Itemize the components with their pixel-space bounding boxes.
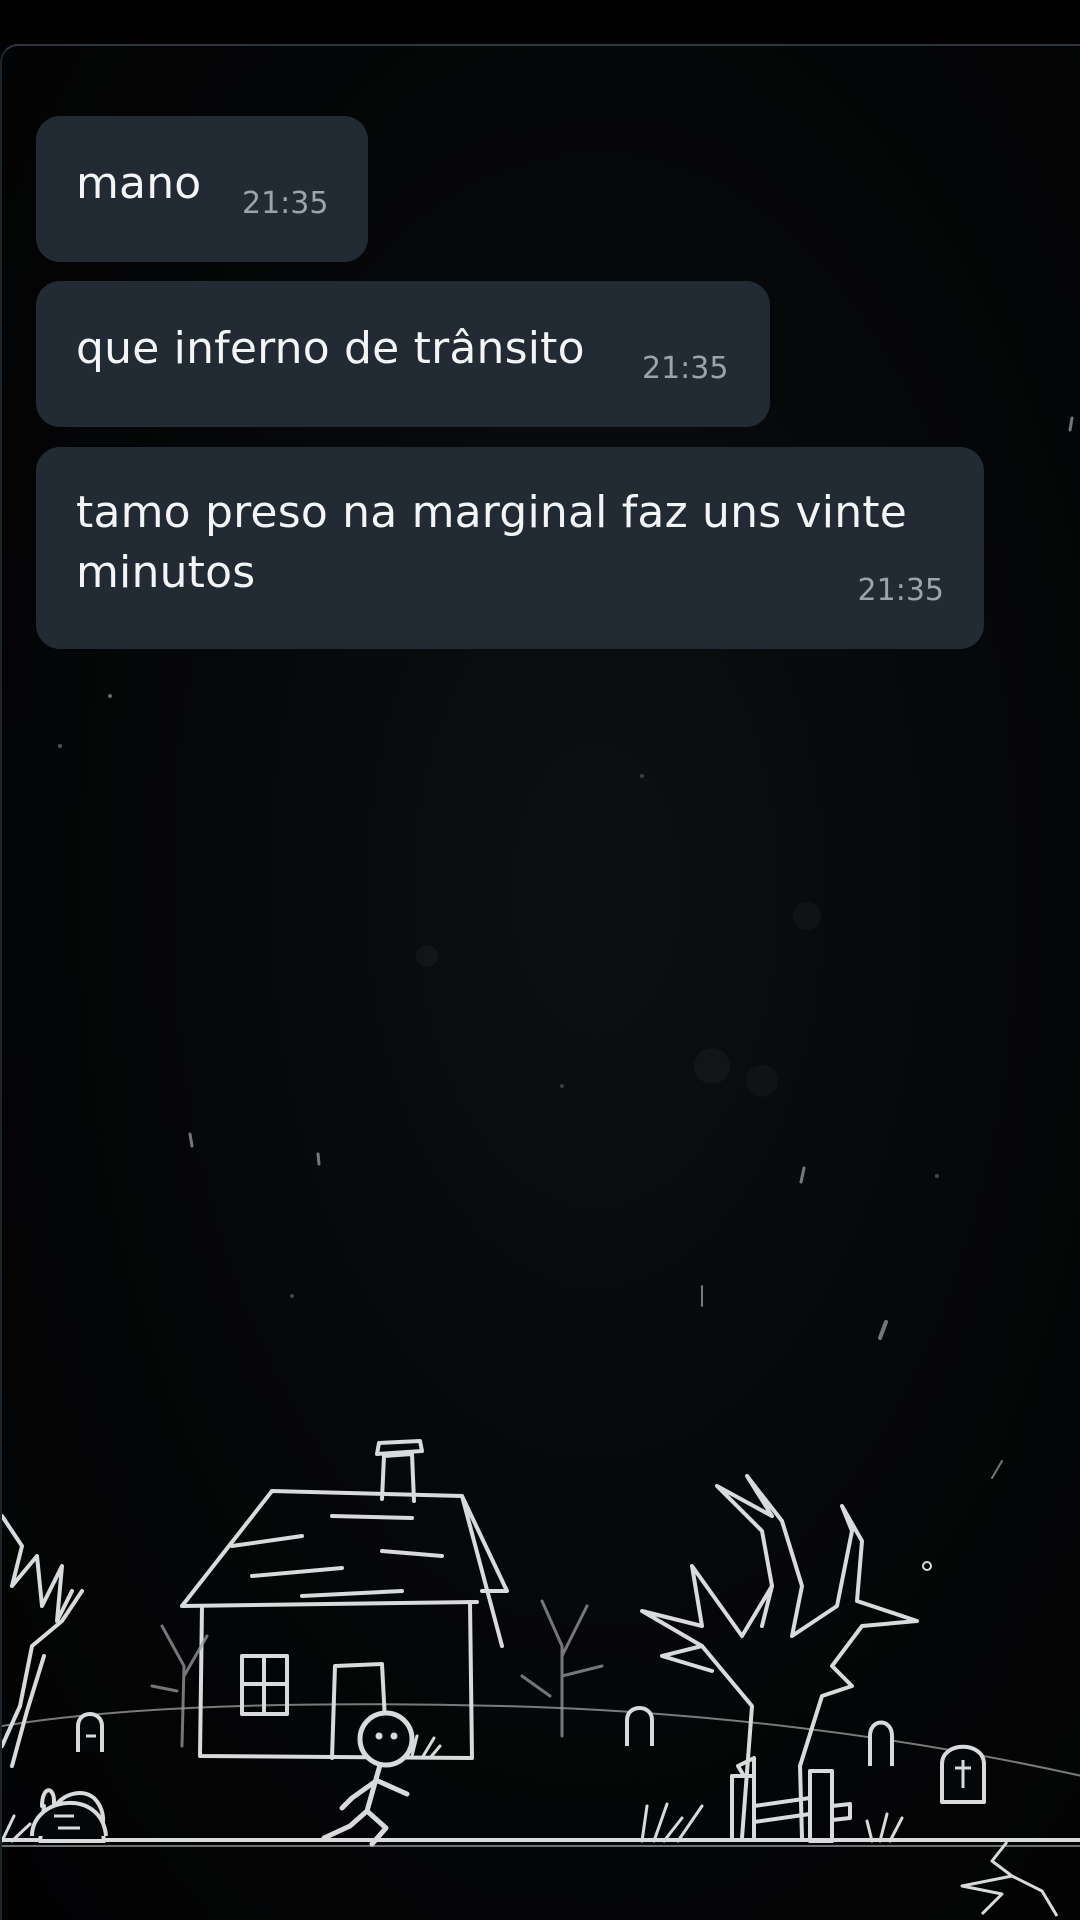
haunted-house [180, 1439, 509, 1760]
message-bubble[interactable]: que inferno de trânsito 21:35 [36, 281, 770, 427]
running-figure [321, 1710, 415, 1847]
message-text: que inferno de trânsito [76, 323, 585, 374]
message-bubble[interactable]: mano 21:35 [36, 116, 368, 262]
right-dead-tree [640, 1474, 919, 1840]
broken-fence [730, 1756, 852, 1843]
ground [2, 1703, 1080, 1847]
chat-panel[interactable]: mano 21:35 que inferno de trânsito 21:35… [0, 44, 1080, 1920]
message-time: 21:35 [642, 351, 729, 386]
message-text: tamo preso na marginal faz uns vinte min… [76, 487, 908, 598]
message-bubble[interactable]: tamo preso na marginal faz uns vinte min… [36, 447, 984, 649]
message-text: mano [76, 158, 202, 209]
message-time: 21:35 [242, 186, 329, 221]
left-dead-tree [2, 1514, 84, 1768]
message-time: 21:35 [857, 573, 944, 608]
ground-crack [960, 1841, 1059, 1917]
tombstones [30, 1561, 986, 1843]
grass-tufts [2, 1734, 904, 1843]
chat-screen: mano 21:35 que inferno de trânsito 21:35… [0, 0, 1080, 1920]
